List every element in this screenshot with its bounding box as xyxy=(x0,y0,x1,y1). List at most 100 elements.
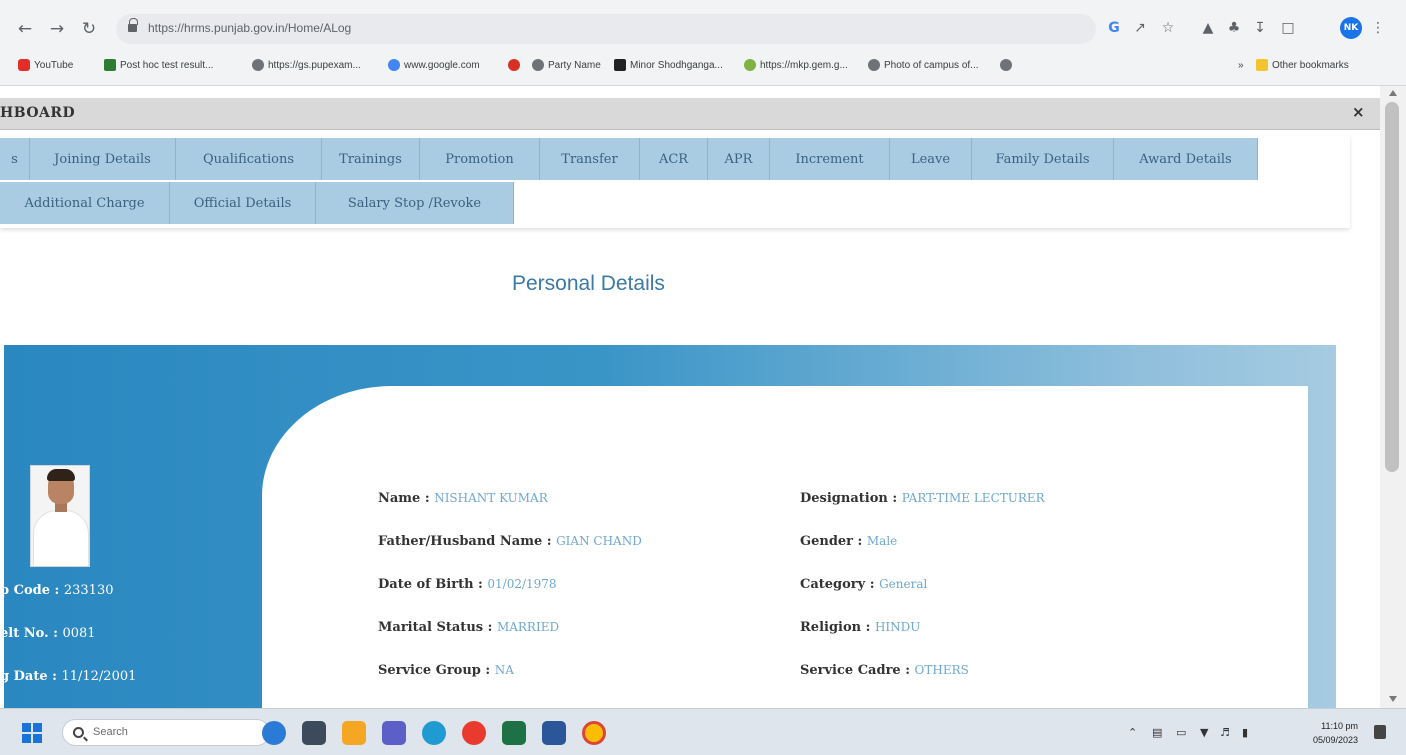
task-view-icon[interactable] xyxy=(302,721,326,745)
bookmark-item[interactable]: https://mkp.gem.g... xyxy=(744,56,848,74)
browser-chrome: ← → ↻ https://hrms.punjab.gov.in/Home/AL… xyxy=(0,0,1406,86)
system-clock[interactable]: 11:10 pm 05/09/2023 xyxy=(1296,719,1358,747)
bookmarks-bar: YouTube Post hoc test result... https://… xyxy=(0,50,1406,78)
bookmark-item[interactable]: Photo of campus of... xyxy=(868,56,979,74)
other-bookmarks[interactable]: Other bookmarks xyxy=(1256,56,1349,74)
belt-no-row: elt No. : 0081 xyxy=(0,626,96,641)
extension-icon[interactable]: ▲ xyxy=(1198,18,1218,38)
close-icon[interactable]: × xyxy=(1352,103,1365,121)
taskbar: Search ⌃ ▤ ▭ ▼ ♬ ▮ 11:10 pm 05/09/2023 xyxy=(0,708,1406,755)
clock-date: 05/09/2023 xyxy=(1312,735,1358,745)
bing-icon[interactable] xyxy=(262,721,286,745)
tab-apr[interactable]: APR xyxy=(708,138,770,180)
tab-joining-details[interactable]: Joining Details xyxy=(30,138,176,180)
bookmark-item[interactable]: YouTube xyxy=(18,56,73,74)
tab-personal[interactable]: s xyxy=(0,138,30,180)
reload-icon[interactable]: ↻ xyxy=(78,18,100,40)
bookmarks-overflow-icon[interactable]: » xyxy=(1238,56,1244,74)
tab-promotion[interactable]: Promotion xyxy=(420,138,540,180)
globe-icon xyxy=(252,59,264,71)
google-lens-icon[interactable]: G xyxy=(1104,18,1124,38)
search-placeholder: Search xyxy=(93,726,128,738)
leaf-icon xyxy=(744,59,756,71)
field-category: Category : General xyxy=(800,577,928,592)
globe-icon xyxy=(868,59,880,71)
globe-icon xyxy=(1000,59,1012,71)
opera-icon[interactable] xyxy=(462,721,486,745)
field-gender: Gender : Male xyxy=(800,534,898,549)
field-religion: Religion : HINDU xyxy=(800,620,921,635)
chart-icon xyxy=(104,59,116,71)
bookmark-item[interactable]: Post hoc test result... xyxy=(104,56,213,74)
tab-qualifications[interactable]: Qualifications xyxy=(176,138,322,180)
wifi-icon[interactable]: ▼ xyxy=(1200,726,1208,739)
excel-icon[interactable] xyxy=(502,721,526,745)
tray-app-icon[interactable]: ▤ xyxy=(1152,726,1162,739)
url-text: https://hrms.punjab.gov.in/Home/ALog xyxy=(148,21,352,35)
emp-code-row: p Code : 233130 xyxy=(0,583,114,598)
word-icon[interactable] xyxy=(542,721,566,745)
puzzle-icon[interactable]: ♣ xyxy=(1224,18,1244,38)
tab-family-details[interactable]: Family Details xyxy=(972,138,1114,180)
bookmark-star-icon[interactable]: ☆ xyxy=(1158,18,1178,38)
taskbar-search[interactable]: Search xyxy=(62,719,270,746)
menu-kebab-icon[interactable]: ⋮ xyxy=(1368,18,1388,38)
field-marital-status: Marital Status : MARRIED xyxy=(378,620,560,635)
tab-increment[interactable]: Increment xyxy=(770,138,890,180)
bookmark-item[interactable]: www.google.com xyxy=(388,56,480,74)
field-date-of-birth: Date of Birth : 01/02/1978 xyxy=(378,577,557,592)
field-father-husband-name: Father/Husband Name : GIAN CHAND xyxy=(378,534,642,549)
tray-display-icon[interactable]: ▭ xyxy=(1176,726,1186,739)
lock-icon xyxy=(128,18,138,33)
field-service-group: Service Group : NA xyxy=(378,663,514,678)
tab-trainings[interactable]: Trainings xyxy=(322,138,420,180)
joining-date-row: g Date : 11/12/2001 xyxy=(0,669,137,684)
photo-shirt xyxy=(33,510,89,566)
share-icon[interactable]: ↗ xyxy=(1130,18,1150,38)
bookmark-item[interactable]: Party Name xyxy=(532,56,601,74)
side-panel-icon[interactable]: □ xyxy=(1278,18,1298,38)
tab-additional-charge[interactable]: Additional Charge xyxy=(0,182,170,224)
file-explorer-icon[interactable] xyxy=(342,721,366,745)
scroll-thumb[interactable] xyxy=(1385,102,1399,472)
tab-transfer[interactable]: Transfer xyxy=(540,138,640,180)
dashboard-title: HBOARD xyxy=(0,105,76,121)
download-icon[interactable]: ↧ xyxy=(1250,18,1270,38)
profile-avatar[interactable]: NK xyxy=(1340,17,1362,39)
battery-icon[interactable]: ▮ xyxy=(1242,726,1248,739)
tab-acr[interactable]: ACR xyxy=(640,138,708,180)
section-title: Personal Details xyxy=(512,272,665,295)
teams-icon[interactable] xyxy=(382,721,406,745)
back-arrow-icon[interactable]: ← xyxy=(14,18,36,40)
bookmark-item[interactable]: Minor Shodhganga... xyxy=(614,56,723,74)
volume-icon[interactable]: ♬ xyxy=(1220,726,1230,739)
field-designation: Designation : PART-TIME LECTURER xyxy=(800,491,1045,506)
tray-overflow-icon[interactable]: ⌃ xyxy=(1128,726,1137,739)
notification-icon[interactable] xyxy=(1374,725,1386,739)
scroll-down-arrow-icon[interactable] xyxy=(1389,696,1397,702)
address-row: ← → ↻ https://hrms.punjab.gov.in/Home/AL… xyxy=(0,12,1406,48)
bookmark-red-icon xyxy=(508,59,520,71)
clock-time: 11:10 pm xyxy=(1321,721,1358,731)
globe-icon xyxy=(532,59,544,71)
address-bar[interactable]: https://hrms.punjab.gov.in/Home/ALog xyxy=(116,14,1096,44)
bookmark-item[interactable]: https://gs.pupexam... xyxy=(252,56,361,74)
edge-icon[interactable] xyxy=(422,721,446,745)
tab-salary-stop-revoke[interactable]: Salary Stop /Revoke xyxy=(316,182,514,224)
tab-official-details[interactable]: Official Details xyxy=(170,182,316,224)
bookmark-item[interactable] xyxy=(1000,56,1012,74)
search-icon xyxy=(73,727,84,738)
chrome-icon[interactable] xyxy=(582,721,606,745)
tab-award-details[interactable]: Award Details xyxy=(1114,138,1258,180)
dashboard-header: HBOARD × xyxy=(0,98,1380,130)
tab-leave[interactable]: Leave xyxy=(890,138,972,180)
page-scrollbar[interactable] xyxy=(1380,86,1406,708)
windows-start-icon[interactable] xyxy=(22,723,42,743)
forward-arrow-icon[interactable]: → xyxy=(46,18,68,40)
scroll-up-arrow-icon[interactable] xyxy=(1389,90,1397,96)
folder-icon xyxy=(1256,59,1268,71)
joining-date-value: 11/12/2001 xyxy=(61,669,137,684)
photo-hair xyxy=(47,469,75,481)
book-icon xyxy=(614,59,626,71)
bookmark-item[interactable] xyxy=(508,56,520,74)
